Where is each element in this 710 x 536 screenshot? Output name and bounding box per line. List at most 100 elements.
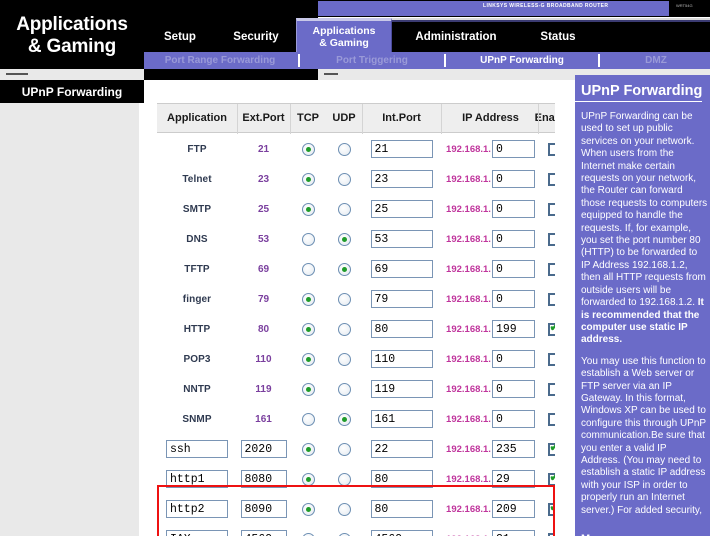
ext-port-input[interactable] <box>240 470 287 488</box>
nav-tab-label: Administration <box>415 31 497 43</box>
int-port-input[interactable] <box>370 500 433 518</box>
cell-udp <box>326 404 362 434</box>
ip-last-octet-input[interactable] <box>491 380 535 398</box>
tcp-radio[interactable] <box>301 502 315 516</box>
udp-radio[interactable] <box>337 262 351 276</box>
udp-radio[interactable] <box>337 202 351 216</box>
ip-prefix-label: 192.168.1. <box>446 413 491 425</box>
int-port-input[interactable] <box>370 440 433 458</box>
udp-radio[interactable] <box>337 532 351 536</box>
nav-tab-administration[interactable]: Administration <box>392 22 520 52</box>
ip-last-octet-input[interactable] <box>491 350 535 368</box>
ip-last-octet-input[interactable] <box>491 140 535 158</box>
int-port-input[interactable] <box>370 170 433 188</box>
cell-application <box>157 434 237 464</box>
int-port-input[interactable] <box>370 530 433 536</box>
udp-radio[interactable] <box>337 292 351 306</box>
ext-port-input[interactable] <box>240 500 287 518</box>
ip-last-octet-input[interactable] <box>491 320 535 338</box>
nav-tab-security[interactable]: Security <box>216 22 296 52</box>
int-port-input[interactable] <box>370 380 433 398</box>
int-port-input[interactable] <box>370 200 433 218</box>
tcp-radio[interactable] <box>301 322 315 336</box>
int-port-input[interactable] <box>370 470 433 488</box>
ip-last-octet-input[interactable] <box>491 200 535 218</box>
int-port-input[interactable] <box>370 260 433 278</box>
udp-radio[interactable] <box>337 472 351 486</box>
subnav-item-dmz[interactable]: DMZ <box>602 52 710 69</box>
tcp-radio[interactable] <box>301 262 315 276</box>
ip-address-group: 192.168.1. <box>446 200 535 218</box>
udp-radio[interactable] <box>337 442 351 456</box>
application-name-input[interactable] <box>166 530 228 536</box>
cell-ip-address: 192.168.1. <box>441 494 540 524</box>
udp-radio[interactable] <box>337 352 351 366</box>
banner-accent-bar: LINKSYS WIRELESS-G BROADBAND ROUTER <box>318 1 669 16</box>
ip-last-octet-input[interactable] <box>491 230 535 248</box>
nav-tab-setup[interactable]: Setup <box>144 22 216 52</box>
ip-last-octet-input[interactable] <box>491 530 535 536</box>
ext-port-input[interactable] <box>240 440 287 458</box>
int-port-input[interactable] <box>370 290 433 308</box>
subnav-item-port-triggering[interactable]: Port Triggering <box>302 52 442 69</box>
ip-last-octet-input[interactable] <box>491 260 535 278</box>
table-row: FTP 21 192.168.1. <box>157 134 561 164</box>
tcp-radio[interactable] <box>301 352 315 366</box>
int-port-input[interactable] <box>370 230 433 248</box>
tcp-radio[interactable] <box>301 202 315 216</box>
tcp-radio[interactable] <box>301 472 315 486</box>
ext-port-input[interactable] <box>240 530 287 536</box>
application-name-input[interactable] <box>166 470 228 488</box>
tcp-radio[interactable] <box>301 292 315 306</box>
int-port-input[interactable] <box>370 350 433 368</box>
int-port-input[interactable] <box>370 410 433 428</box>
udp-radio[interactable] <box>337 382 351 396</box>
int-port-input[interactable] <box>370 140 433 158</box>
nav-tab-status[interactable]: Status <box>520 22 596 52</box>
cell-int-port <box>362 494 441 524</box>
sidebar-item-upnp-forwarding[interactable]: UPnP Forwarding <box>0 80 144 103</box>
cell-application: TFTP <box>157 254 237 284</box>
nav-tab-applications-gaming[interactable]: Applications & Gaming <box>296 18 392 52</box>
application-name-input[interactable] <box>166 500 228 518</box>
cell-ext-port <box>237 464 290 494</box>
tcp-radio[interactable] <box>301 232 315 246</box>
ip-address-group: 192.168.1. <box>446 470 535 488</box>
ext-port-label: 79 <box>257 293 270 305</box>
application-name-input[interactable] <box>166 440 228 458</box>
subnav-separator <box>298 54 300 67</box>
tcp-radio[interactable] <box>301 442 315 456</box>
application-name-label: FTP <box>187 143 207 155</box>
ip-last-octet-input[interactable] <box>491 470 535 488</box>
udp-radio[interactable] <box>337 502 351 516</box>
ip-prefix-label: 192.168.1. <box>446 143 491 155</box>
tcp-radio[interactable] <box>301 172 315 186</box>
nav-tab-label: Setup <box>164 31 196 43</box>
table-header-row: Application Ext.Port TCP UDP Int.Port IP Addr… <box>157 103 577 134</box>
tcp-radio[interactable] <box>301 382 315 396</box>
udp-radio[interactable] <box>337 412 351 426</box>
table-row: HTTP 80 192.168.1. <box>157 314 561 344</box>
ip-last-octet-input[interactable] <box>491 500 535 518</box>
ip-address-group: 192.168.1. <box>446 530 535 536</box>
cell-ip-address: 192.168.1. <box>441 224 540 254</box>
ip-last-octet-input[interactable] <box>491 440 535 458</box>
udp-radio[interactable] <box>337 142 351 156</box>
subnav-item-label: UPnP Forwarding <box>480 55 564 66</box>
tcp-radio[interactable] <box>301 532 315 536</box>
ip-last-octet-input[interactable] <box>491 290 535 308</box>
udp-radio[interactable] <box>337 232 351 246</box>
application-name-label: HTTP <box>183 323 211 335</box>
int-port-input[interactable] <box>370 320 433 338</box>
cell-ext-port: 23 <box>237 164 290 194</box>
tcp-radio[interactable] <box>301 412 315 426</box>
ip-last-octet-input[interactable] <box>491 170 535 188</box>
cell-udp <box>326 434 362 464</box>
tcp-radio[interactable] <box>301 142 315 156</box>
ip-last-octet-input[interactable] <box>491 410 535 428</box>
udp-radio[interactable] <box>337 172 351 186</box>
subnav-item-port-range-forwarding[interactable]: Port Range Forwarding <box>144 52 296 69</box>
column-divider <box>237 104 238 134</box>
subnav-item-upnp-forwarding[interactable]: UPnP Forwarding <box>448 52 596 69</box>
udp-radio[interactable] <box>337 322 351 336</box>
